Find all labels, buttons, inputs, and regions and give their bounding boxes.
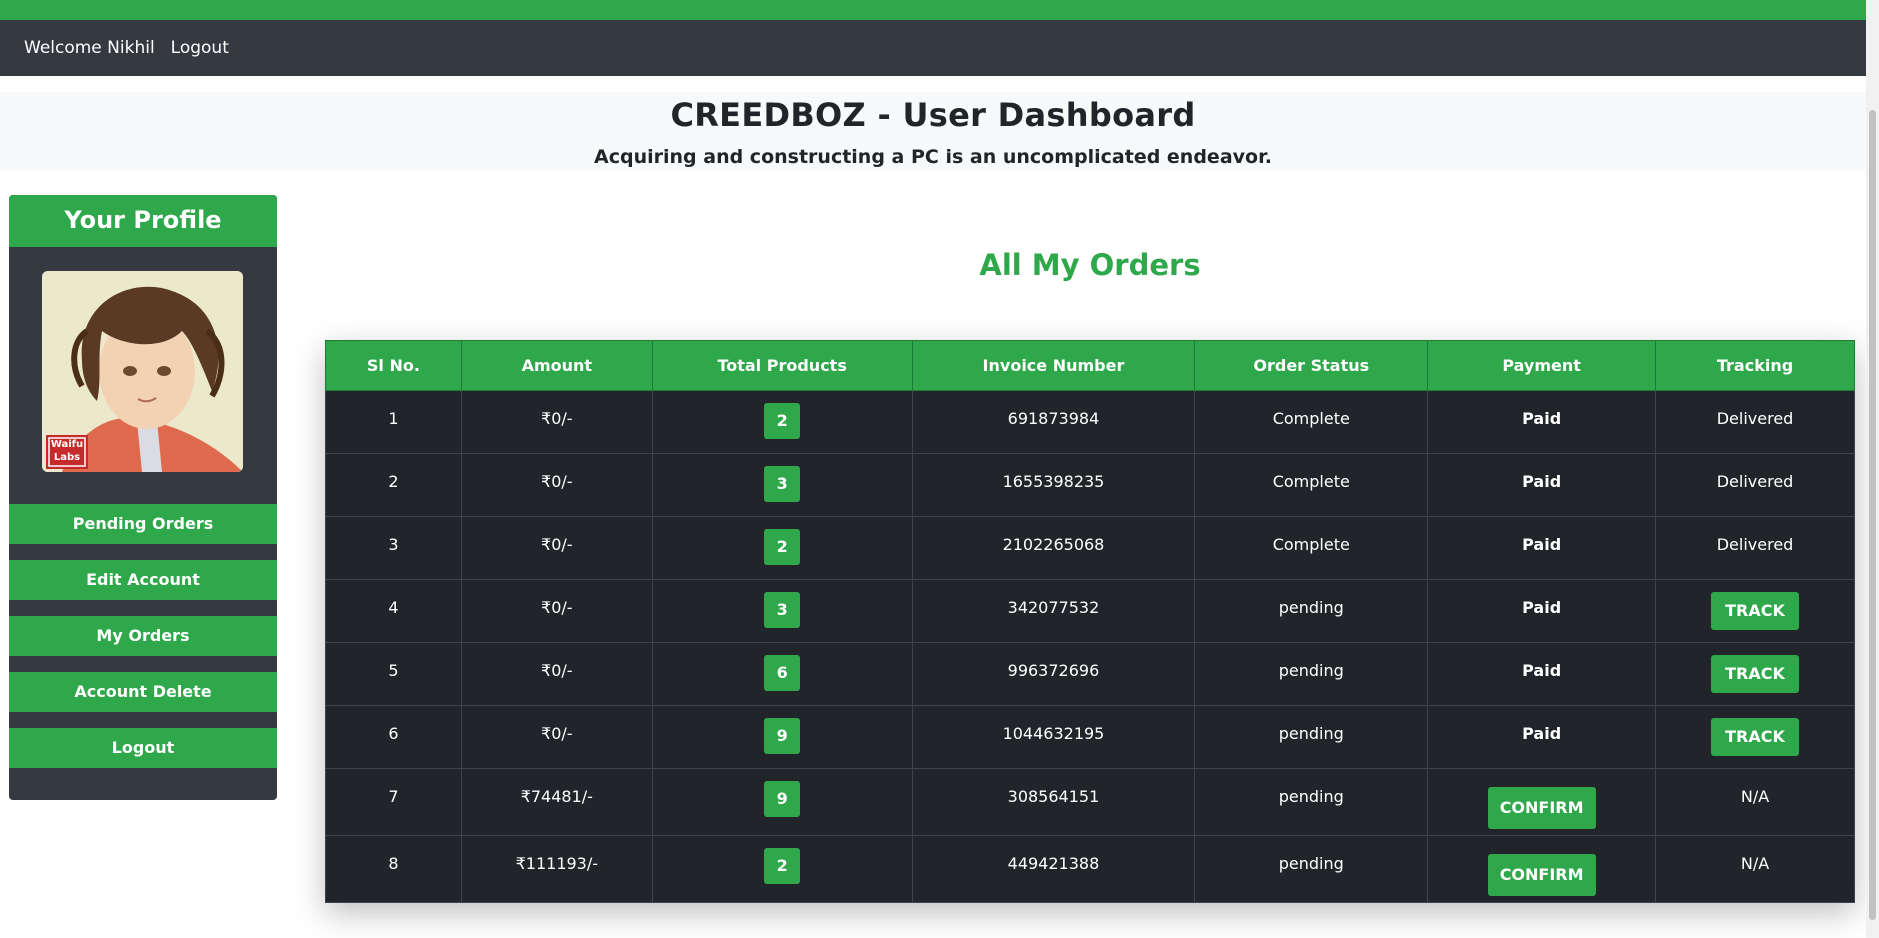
- cell-invoice: 691873984: [911, 390, 1196, 454]
- products-count-badge: 3: [764, 592, 801, 628]
- cell-sl: 8: [325, 835, 462, 903]
- cell-invoice: 1044632195: [911, 705, 1196, 769]
- col-amount: Amount: [460, 340, 653, 391]
- cell-sl: 3: [325, 516, 462, 580]
- cell-sl: 6: [325, 705, 462, 769]
- col-sl-no: Sl No.: [325, 340, 462, 391]
- orders-table-container: Sl No. Amount Total Products Invoice Num…: [325, 340, 1855, 903]
- products-count-badge: 3: [764, 466, 801, 502]
- products-count-badge: 9: [764, 718, 801, 754]
- cell-payment: Paid: [1427, 642, 1657, 706]
- page-subtitle: Acquiring and constructing a PC is an un…: [594, 146, 1272, 168]
- table-row: 2 ₹0/- 3 1655398235 Complete Paid Delive…: [325, 453, 1855, 517]
- cell-amount: ₹0/-: [460, 579, 653, 643]
- cell-sl: 2: [325, 453, 462, 517]
- table-header-row: Sl No. Amount Total Products Invoice Num…: [325, 340, 1855, 391]
- sidebar-logout-button[interactable]: Logout: [9, 728, 277, 768]
- cell-invoice: 342077532: [911, 579, 1196, 643]
- table-row: 1 ₹0/- 2 691873984 Complete Paid Deliver…: [325, 390, 1855, 454]
- cell-sl: 1: [325, 390, 462, 454]
- cell-amount: ₹0/-: [460, 642, 653, 706]
- cell-status: Complete: [1194, 516, 1429, 580]
- products-count-badge: 2: [764, 403, 801, 439]
- cell-amount: ₹0/-: [460, 705, 653, 769]
- track-button[interactable]: TRACK: [1711, 655, 1799, 693]
- cell-payment: Paid: [1427, 390, 1657, 454]
- products-count-badge: 2: [764, 529, 801, 565]
- page-title: CREEDBOZ - User Dashboard: [670, 96, 1196, 134]
- products-count-badge: 9: [764, 781, 801, 817]
- orders-table: Sl No. Amount Total Products Invoice Num…: [325, 340, 1855, 903]
- my-orders-button[interactable]: My Orders: [9, 616, 277, 656]
- table-row: 4 ₹0/- 3 342077532 pending Paid TRACK: [325, 579, 1855, 643]
- cell-amount: ₹111193/-: [460, 835, 653, 903]
- cell-status: pending: [1194, 835, 1429, 903]
- col-tracking: Tracking: [1655, 340, 1855, 391]
- products-count-badge: 2: [764, 848, 801, 884]
- page-scrollbar[interactable]: [1866, 0, 1879, 938]
- track-button[interactable]: TRACK: [1711, 718, 1799, 756]
- cell-sl: 5: [325, 642, 462, 706]
- cell-invoice: 996372696: [911, 642, 1196, 706]
- cell-payment: Paid: [1427, 705, 1657, 769]
- cell-invoice: 2102265068: [911, 516, 1196, 580]
- table-row: 5 ₹0/- 6 996372696 pending Paid TRACK: [325, 642, 1855, 706]
- welcome-link[interactable]: Welcome Nikhil: [24, 38, 155, 58]
- col-total-products: Total Products: [651, 340, 913, 391]
- col-payment: Payment: [1427, 340, 1657, 391]
- cell-invoice: 1655398235: [911, 453, 1196, 517]
- col-invoice-number: Invoice Number: [911, 340, 1196, 391]
- cell-amount: ₹74481/-: [460, 768, 653, 836]
- avatar: Waifu Labs: [42, 271, 243, 472]
- cell-amount: ₹0/-: [460, 453, 653, 517]
- cell-status: pending: [1194, 642, 1429, 706]
- profile-sidebar: Your Profile Waifu Labs Pending Orders E…: [9, 195, 277, 800]
- account-delete-button[interactable]: Account Delete: [9, 672, 277, 712]
- orders-title: All My Orders: [979, 248, 1201, 282]
- cell-tracking: Delivered: [1655, 453, 1855, 517]
- top-accent-bar: [0, 0, 1866, 20]
- cell-sl: 7: [325, 768, 462, 836]
- col-order-status: Order Status: [1194, 340, 1429, 391]
- confirm-payment-button[interactable]: CONFIRM: [1487, 854, 1596, 896]
- cell-status: Complete: [1194, 453, 1429, 517]
- cell-sl: 4: [325, 579, 462, 643]
- nav-logout-link[interactable]: Logout: [171, 38, 229, 58]
- cell-amount: ₹0/-: [460, 516, 653, 580]
- cell-status: Complete: [1194, 390, 1429, 454]
- table-row: 3 ₹0/- 2 2102265068 Complete Paid Delive…: [325, 516, 1855, 580]
- cell-tracking: Delivered: [1655, 390, 1855, 454]
- profile-heading: Your Profile: [9, 195, 277, 247]
- avatar-badge-text: Waifu Labs: [50, 439, 84, 463]
- cell-tracking: Delivered: [1655, 516, 1855, 580]
- top-navbar: Welcome Nikhil Logout: [0, 20, 1866, 76]
- table-row: 6 ₹0/- 9 1044632195 pending Paid TRACK: [325, 705, 1855, 769]
- cell-amount: ₹0/-: [460, 390, 653, 454]
- pending-orders-button[interactable]: Pending Orders: [9, 504, 277, 544]
- scrollbar-thumb[interactable]: [1869, 110, 1876, 920]
- edit-account-button[interactable]: Edit Account: [9, 560, 277, 600]
- cell-invoice: 449421388: [911, 835, 1196, 903]
- cell-status: pending: [1194, 579, 1429, 643]
- cell-payment: Paid: [1427, 516, 1657, 580]
- cell-tracking: N/A: [1655, 835, 1855, 903]
- cell-tracking: N/A: [1655, 768, 1855, 836]
- cell-status: pending: [1194, 705, 1429, 769]
- cell-invoice: 308564151: [911, 768, 1196, 836]
- cell-payment: Paid: [1427, 579, 1657, 643]
- confirm-payment-button[interactable]: CONFIRM: [1487, 787, 1596, 829]
- products-count-badge: 6: [764, 655, 801, 691]
- cell-payment: Paid: [1427, 453, 1657, 517]
- table-row: 8 ₹111193/- 2 449421388 pending CONFIRM …: [325, 835, 1855, 903]
- cell-status: pending: [1194, 768, 1429, 836]
- track-button[interactable]: TRACK: [1711, 592, 1799, 630]
- table-row: 7 ₹74481/- 9 308564151 pending CONFIRM N…: [325, 768, 1855, 836]
- page-header: CREEDBOZ - User Dashboard Acquiring and …: [0, 92, 1866, 170]
